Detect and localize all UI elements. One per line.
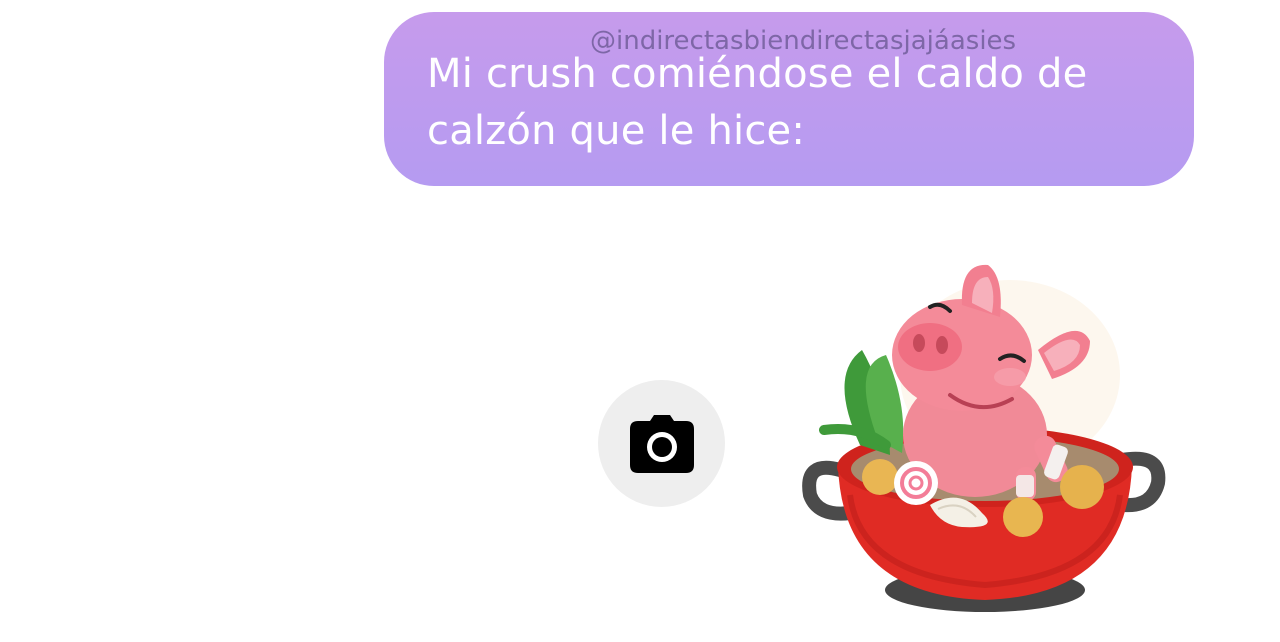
camera-button[interactable] (598, 380, 725, 507)
message-text: Mi crush comiéndose el caldo de calzón q… (427, 51, 1088, 154)
pig-hotpot-sticker[interactable] (790, 255, 1170, 627)
watermark-text: @indirectasbiendirectasjajáasies (590, 26, 1017, 56)
chat-screen: Mi crush comiéndose el caldo de calzón q… (0, 0, 1280, 642)
camera-icon (629, 414, 694, 473)
pig-in-hotpot-icon (802, 264, 1166, 612)
